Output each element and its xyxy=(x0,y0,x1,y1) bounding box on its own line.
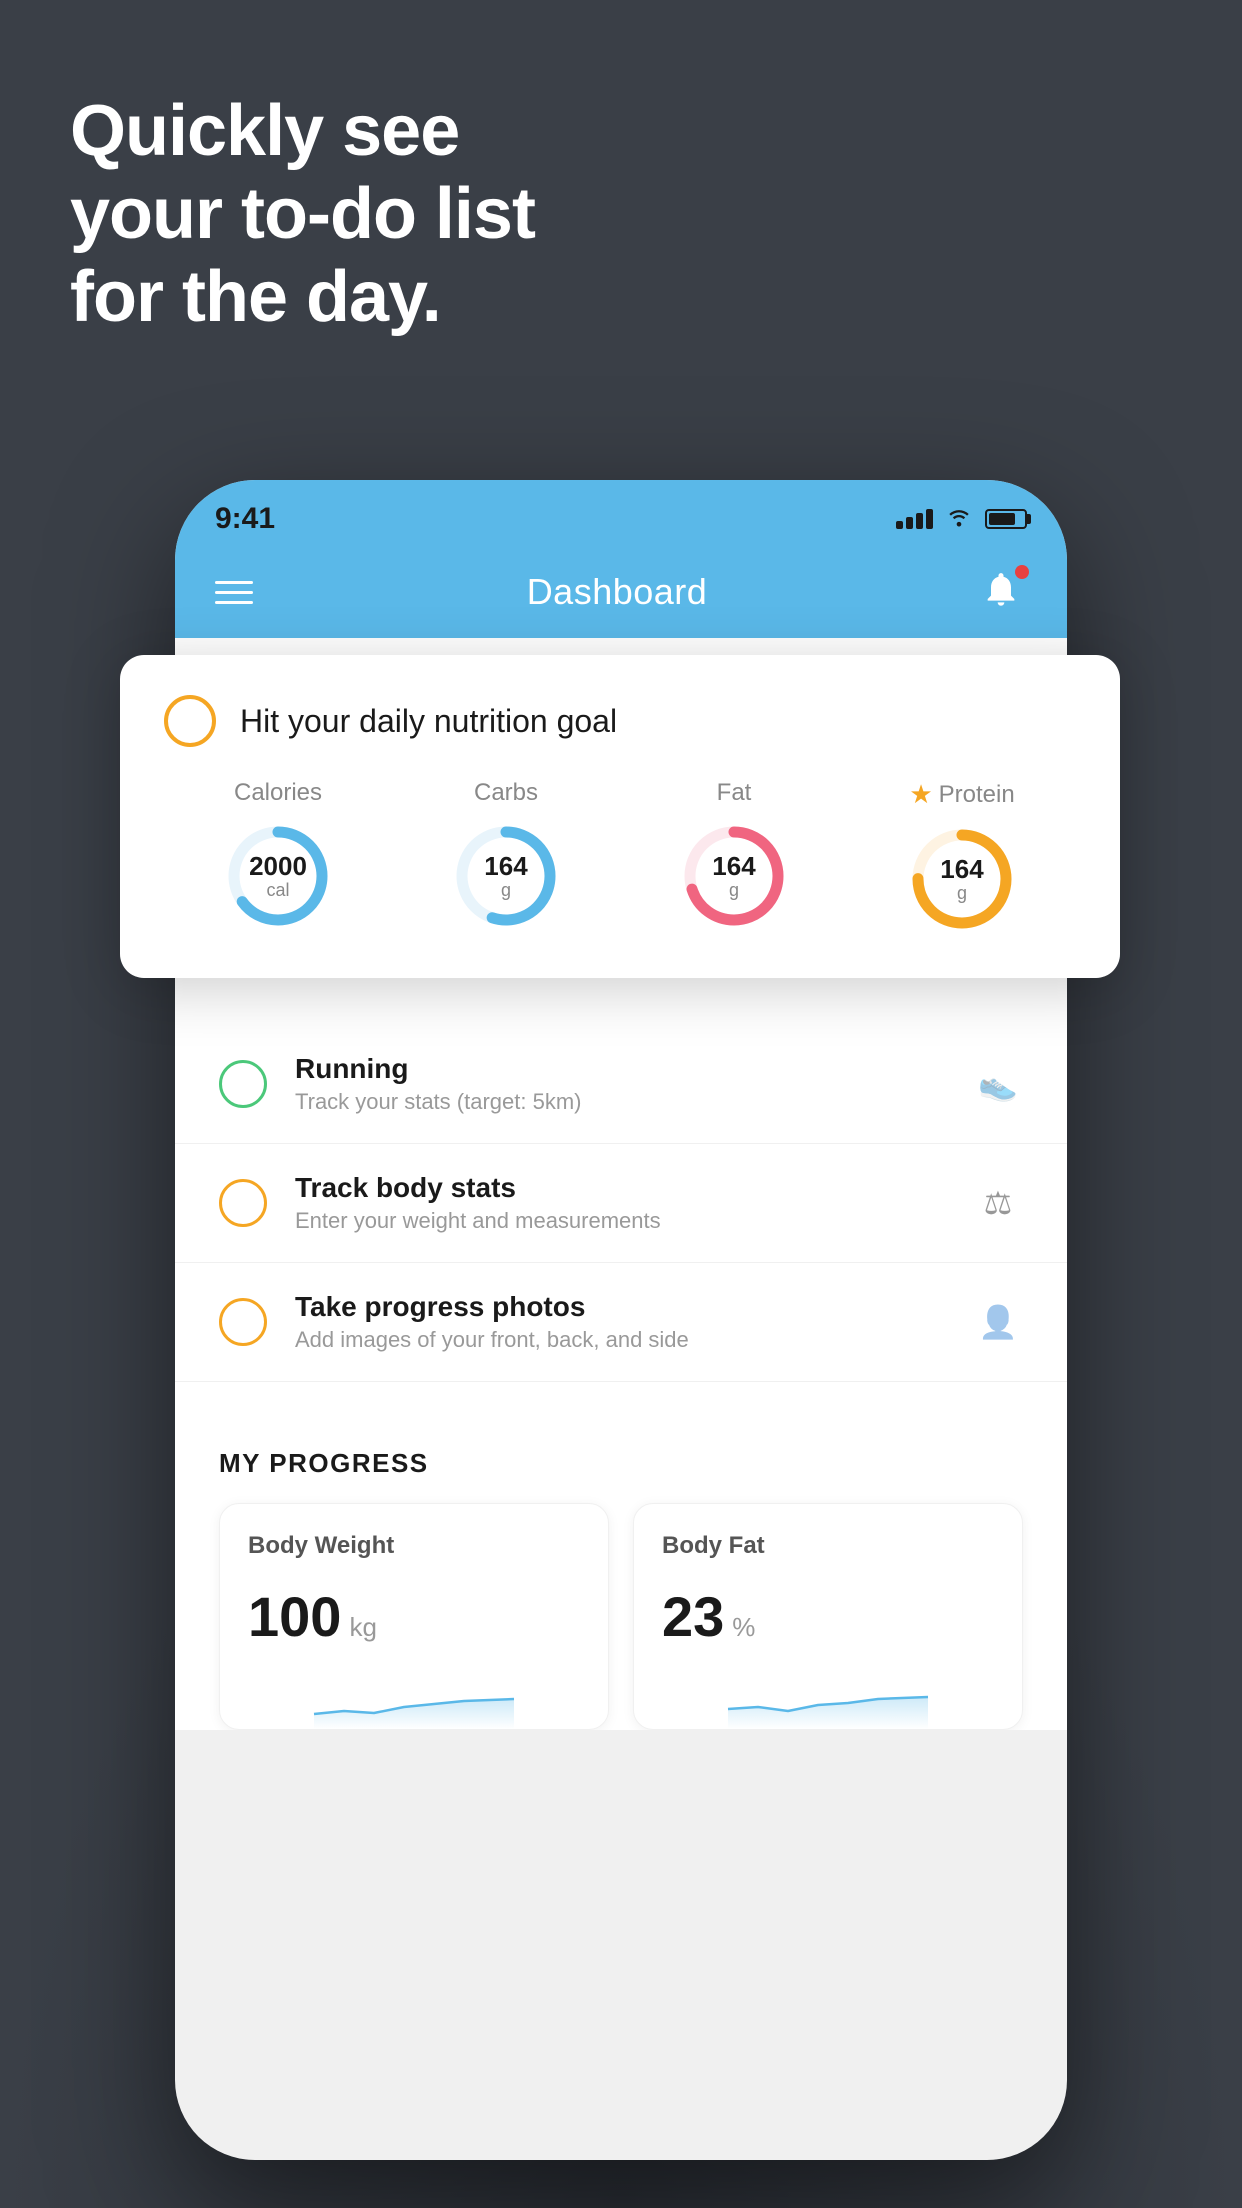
hero-line3: for the day. xyxy=(70,256,535,339)
protein-unit: g xyxy=(940,883,983,903)
body-weight-card[interactable]: Body Weight 100 kg xyxy=(219,1503,609,1730)
body-fat-card[interactable]: Body Fat 23 % xyxy=(633,1503,1023,1730)
status-time: 9:41 xyxy=(215,502,275,536)
fat-unit: g xyxy=(712,880,755,900)
fat-label: Fat xyxy=(717,779,752,807)
todo-circle-running xyxy=(219,1060,267,1108)
todo-subtitle-running: Track your stats (target: 5km) xyxy=(295,1089,945,1115)
protein-value: 164 xyxy=(940,855,983,884)
notification-bell-icon[interactable] xyxy=(981,569,1027,615)
macro-calories: Calories 2000 cal xyxy=(223,779,333,931)
body-fat-unit: % xyxy=(732,1612,755,1643)
todo-list: Running Track your stats (target: 5km) 👟… xyxy=(175,1025,1067,1382)
scale-icon: ⚖ xyxy=(973,1178,1023,1228)
carbs-donut: 164 g xyxy=(451,821,561,931)
nav-title: Dashboard xyxy=(527,571,708,613)
todo-item-photos[interactable]: Take progress photos Add images of your … xyxy=(175,1263,1067,1382)
todo-title-body-stats: Track body stats xyxy=(295,1172,945,1204)
status-icons xyxy=(896,505,1027,533)
running-icon: 👟 xyxy=(973,1059,1023,1109)
protein-donut: 164 g xyxy=(907,824,1017,934)
status-bar: 9:41 xyxy=(175,480,1067,550)
body-weight-title: Body Weight xyxy=(248,1532,580,1560)
body-weight-unit: kg xyxy=(349,1612,376,1643)
todo-item-body-stats[interactable]: Track body stats Enter your weight and m… xyxy=(175,1144,1067,1263)
progress-section: MY PROGRESS Body Weight 100 kg xyxy=(175,1412,1067,1730)
macro-fat: Fat 164 g xyxy=(679,779,789,931)
battery-icon xyxy=(985,509,1027,529)
hero-line2: your to-do list xyxy=(70,173,535,256)
notification-dot xyxy=(1015,565,1029,579)
photo-icon: 👤 xyxy=(973,1297,1023,1347)
todo-title-running: Running xyxy=(295,1053,945,1085)
wifi-icon xyxy=(945,505,973,533)
todo-subtitle-body-stats: Enter your weight and measurements xyxy=(295,1208,945,1234)
fat-donut: 164 g xyxy=(679,821,789,931)
hamburger-menu[interactable] xyxy=(215,581,253,604)
fat-value: 164 xyxy=(712,852,755,881)
protein-label: ★ Protein xyxy=(909,779,1014,810)
nutrition-title: Hit your daily nutrition goal xyxy=(240,703,617,740)
body-fat-title: Body Fat xyxy=(662,1532,994,1560)
carbs-label: Carbs xyxy=(474,779,538,807)
star-icon: ★ xyxy=(909,779,932,810)
hero-text: Quickly see your to-do list for the day. xyxy=(70,90,535,338)
calories-label: Calories xyxy=(234,779,322,807)
body-fat-value: 23 xyxy=(662,1584,724,1649)
nutrition-card-header: Hit your daily nutrition goal xyxy=(164,695,1076,747)
calories-unit: cal xyxy=(249,880,307,900)
macro-circles: Calories 2000 cal Carbs xyxy=(164,779,1076,934)
calories-value: 2000 xyxy=(249,852,307,881)
progress-cards: Body Weight 100 kg Bod xyxy=(219,1503,1023,1730)
nutrition-card[interactable]: Hit your daily nutrition goal Calories 2… xyxy=(120,655,1120,978)
calories-donut: 2000 cal xyxy=(223,821,333,931)
todo-circle-body-stats xyxy=(219,1179,267,1227)
carbs-unit: g xyxy=(484,880,527,900)
macro-carbs: Carbs 164 g xyxy=(451,779,561,931)
todo-item-running[interactable]: Running Track your stats (target: 5km) 👟 xyxy=(175,1025,1067,1144)
body-weight-value: 100 xyxy=(248,1584,341,1649)
body-fat-sparkline xyxy=(662,1669,994,1729)
signal-bars-icon xyxy=(896,509,933,529)
body-weight-sparkline xyxy=(248,1669,580,1729)
hero-line1: Quickly see xyxy=(70,90,535,173)
progress-header: MY PROGRESS xyxy=(219,1412,1023,1503)
macro-protein: ★ Protein 164 g xyxy=(907,779,1017,934)
todo-circle-photos xyxy=(219,1298,267,1346)
nav-bar: Dashboard xyxy=(175,550,1067,638)
todo-subtitle-photos: Add images of your front, back, and side xyxy=(295,1327,945,1353)
carbs-value: 164 xyxy=(484,852,527,881)
nutrition-circle-button[interactable] xyxy=(164,695,216,747)
todo-title-photos: Take progress photos xyxy=(295,1291,945,1323)
